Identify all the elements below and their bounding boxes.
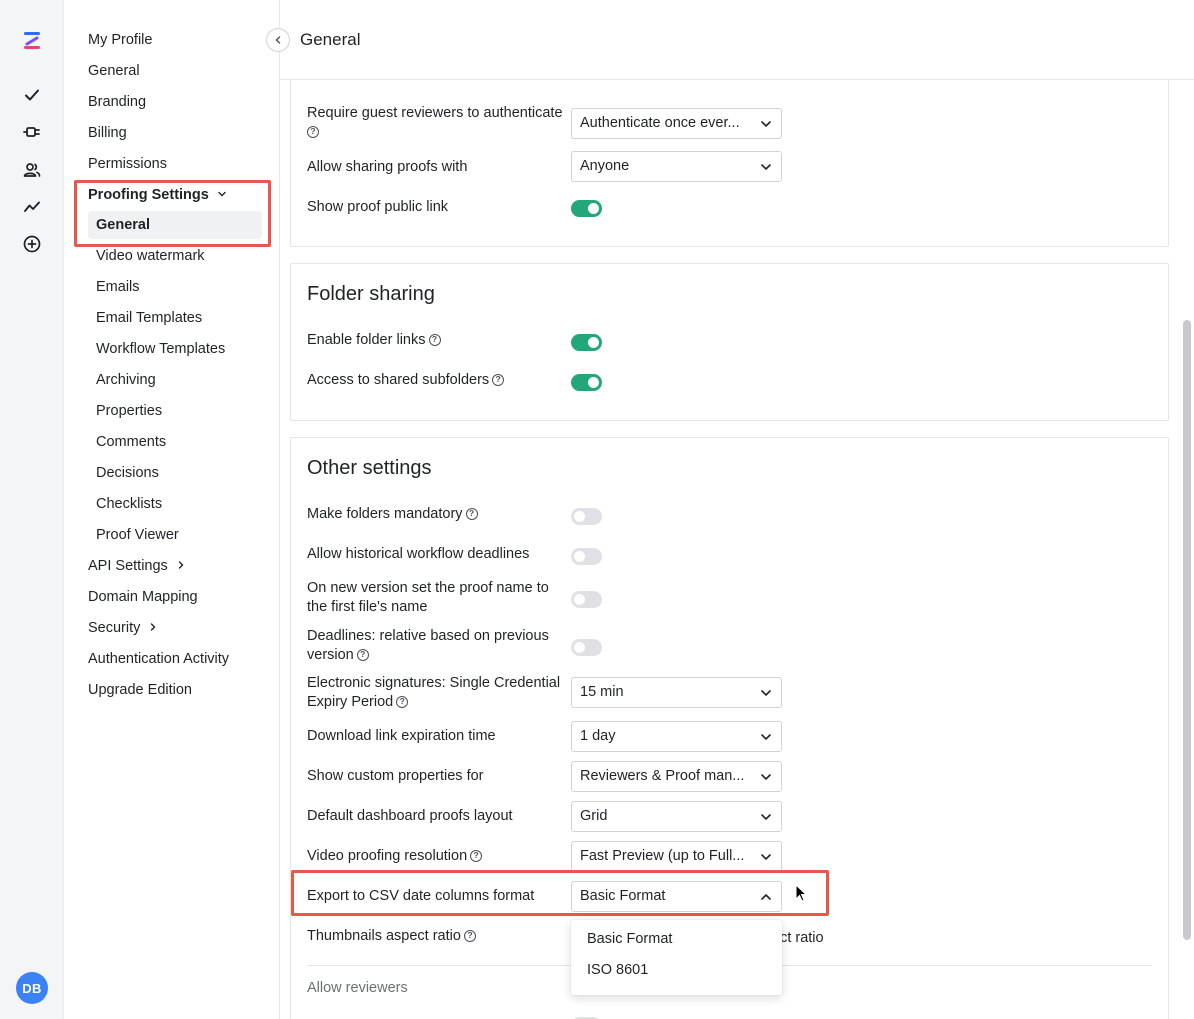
nav-sub-properties[interactable]: Properties <box>96 400 162 422</box>
collapse-sidebar-button[interactable] <box>266 28 290 52</box>
help-icon[interactable]: ? <box>463 930 476 943</box>
option-iso-8601[interactable]: ISO 8601 <box>587 962 648 978</box>
nav-sub-video-watermark[interactable]: Video watermark <box>96 245 205 267</box>
help-icon[interactable]: ? <box>465 508 478 521</box>
avatar[interactable]: DB <box>16 972 48 1004</box>
other-settings-title: Other settings <box>307 457 432 479</box>
download-select[interactable]: 1 day <box>571 721 782 752</box>
video-select[interactable]: Fast Preview (up to Full... <box>571 841 782 872</box>
nav-item-authentication-activity[interactable]: Authentication Activity <box>88 648 229 670</box>
chevron-down-icon <box>761 854 771 861</box>
nav-sub-email-templates[interactable]: Email Templates <box>96 307 202 329</box>
nav-item-general[interactable]: General <box>88 60 140 82</box>
chevron-down-icon <box>761 774 771 781</box>
help-icon[interactable]: ? <box>492 374 505 387</box>
folder-sharing-card: Folder sharing Enable folder links? Acce… <box>290 263 1169 421</box>
nav-item-billing[interactable]: Billing <box>88 122 127 144</box>
public-link-label: Show proof public link <box>307 199 449 215</box>
subfolders-toggle[interactable] <box>571 374 602 391</box>
allow-share-select[interactable]: Anyone <box>571 151 782 182</box>
thumb-label: Thumbnails aspect ratio? <box>307 927 476 946</box>
download-label: Download link expiration time <box>307 728 496 744</box>
chevron-left-icon <box>275 36 281 44</box>
nav-sub-checklists[interactable]: Checklists <box>96 493 162 515</box>
esig-select[interactable]: 15 min <box>571 677 782 708</box>
help-icon[interactable]: ? <box>307 126 319 139</box>
chevron-down-icon <box>761 164 771 171</box>
chevron-right-icon <box>176 555 186 577</box>
custom-props-select[interactable]: Reviewers & Proof man... <box>571 761 782 792</box>
nav-sub-decisions[interactable]: Decisions <box>96 462 159 484</box>
nav-item-domain-mapping[interactable]: Domain Mapping <box>88 586 198 608</box>
nav-item-permissions[interactable]: Permissions <box>88 153 167 175</box>
mandatory-label: Make folders mandatory? <box>307 505 478 524</box>
nav-item-my-profile[interactable]: My Profile <box>88 29 152 51</box>
nav-sub-proof-viewer[interactable]: Proof Viewer <box>96 524 179 546</box>
esig-label: Electronic signatures: Single Credential… <box>307 675 561 710</box>
allow-share-label: Allow sharing proofs with <box>307 159 468 175</box>
newversion-toggle[interactable] <box>571 591 602 608</box>
security-label: Security <box>88 620 141 636</box>
nav-item-upgrade-edition[interactable]: Upgrade Edition <box>88 679 192 701</box>
help-icon[interactable]: ? <box>356 649 369 662</box>
allow-reviewers-heading: Allow reviewers <box>307 980 408 996</box>
icon-rail: DB <box>0 0 64 1019</box>
nav-item-branding[interactable]: Branding <box>88 91 146 113</box>
csv-format-dropdown: Basic Format ISO 8601 <box>571 920 782 995</box>
api-settings-label: API Settings <box>88 558 168 574</box>
chevron-down-icon <box>217 184 227 206</box>
plug-icon[interactable] <box>18 118 46 146</box>
dashboard-select[interactable]: Grid <box>571 801 782 832</box>
historical-toggle[interactable] <box>571 548 602 565</box>
guest-auth-select[interactable]: Authenticate once ever... <box>571 108 782 139</box>
help-icon[interactable]: ? <box>396 696 409 709</box>
nav-sub-emails[interactable]: Emails <box>96 276 140 298</box>
video-label: Video proofing resolution? <box>307 847 483 866</box>
subfolders-label: Access to shared subfolders? <box>307 371 505 390</box>
scrollbar[interactable] <box>1183 320 1191 940</box>
help-icon[interactable]: ? <box>470 850 483 863</box>
analytics-icon[interactable] <box>18 193 46 221</box>
csv-select[interactable]: Basic Format <box>571 881 782 912</box>
chevron-up-icon <box>761 893 771 900</box>
csv-label: Export to CSV date columns format <box>307 888 535 904</box>
help-icon[interactable]: ? <box>428 334 441 347</box>
newversion-label: On new version set the proof name to the… <box>307 580 549 615</box>
nav-item-proofing-settings[interactable]: Proofing Settings <box>88 184 227 206</box>
proofing-settings-label: Proofing Settings <box>88 187 209 203</box>
custom-props-label: Show custom properties for <box>307 768 484 784</box>
page-title: General <box>300 30 361 49</box>
chevron-down-icon <box>761 734 771 741</box>
chevron-down-icon <box>761 121 771 128</box>
public-link-toggle[interactable] <box>571 200 602 217</box>
option-basic-format[interactable]: Basic Format <box>587 931 672 947</box>
mouse-cursor-icon <box>795 883 809 907</box>
chevron-down-icon <box>761 814 771 821</box>
guest-auth-label: Require guest reviewers to authenticate … <box>307 105 563 139</box>
users-icon[interactable] <box>18 156 46 184</box>
app-logo-icon[interactable] <box>18 26 46 54</box>
settings-nav: My Profile General Branding Billing Perm… <box>64 0 280 1019</box>
folder-links-label: Enable folder links? <box>307 331 441 350</box>
deadlines-toggle[interactable] <box>571 639 602 656</box>
folder-sharing-title: Folder sharing <box>307 283 435 305</box>
chevron-down-icon <box>761 690 771 697</box>
page-header: General <box>280 0 1194 80</box>
nav-item-api-settings[interactable]: API Settings <box>88 555 186 577</box>
deadlines-label: Deadlines: relative based on previous ve… <box>307 628 549 663</box>
mandatory-toggle[interactable] <box>571 508 602 525</box>
dashboard-label: Default dashboard proofs layout <box>307 808 513 824</box>
nav-item-security[interactable]: Security <box>88 617 158 639</box>
main-content: Require guest reviewers to authenticate … <box>280 0 1194 1019</box>
check-icon[interactable] <box>18 81 46 109</box>
nav-sub-comments[interactable]: Comments <box>96 431 166 453</box>
folder-links-toggle[interactable] <box>571 334 602 351</box>
nav-sub-workflow-templates[interactable]: Workflow Templates <box>96 338 225 360</box>
add-circle-icon[interactable] <box>18 230 46 258</box>
nav-sub-archiving[interactable]: Archiving <box>96 369 156 391</box>
historical-label: Allow historical workflow deadlines <box>307 546 530 562</box>
nav-sub-general[interactable]: General <box>88 211 262 239</box>
chevron-right-icon <box>148 617 158 639</box>
